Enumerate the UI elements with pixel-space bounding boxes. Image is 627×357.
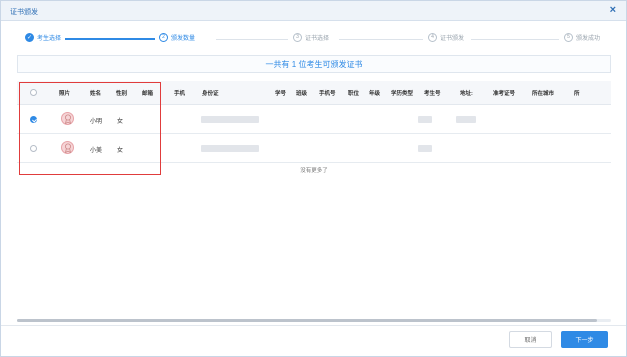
- column-header-class: 班级: [296, 91, 308, 97]
- step-label: 考生选择: [37, 35, 62, 42]
- cell-gender: 女: [117, 119, 124, 125]
- column-header-photo: 照片: [59, 91, 71, 97]
- column-header-gender: 性别: [116, 91, 128, 97]
- column-header-id-card: 身份证: [202, 91, 219, 97]
- column-header-truncated: 所: [574, 91, 580, 97]
- column-header-student-id: 学号: [275, 91, 287, 97]
- redacted-id-card: [201, 116, 259, 123]
- column-header-name: 姓名: [90, 91, 102, 97]
- column-header-phone: 手机号: [319, 91, 336, 97]
- step-exam-taker-select[interactable]: ✓ 考生选择: [25, 29, 61, 45]
- column-header-city: 所在城市: [532, 91, 555, 97]
- redacted-education-type: [418, 116, 432, 123]
- redacted-exam-number: [456, 116, 476, 123]
- table-row[interactable]: 小美 女: [17, 134, 611, 163]
- row-select-radio[interactable]: [30, 116, 37, 123]
- step-label: 证书选择: [305, 35, 330, 42]
- select-all-radio[interactable]: [30, 89, 37, 96]
- step-issue-success[interactable]: 5 颁发成功: [564, 29, 600, 45]
- cancel-button[interactable]: 取消: [509, 331, 552, 348]
- step-certificate-issue[interactable]: 4 证书颁发: [428, 29, 464, 45]
- column-header-mobile: 手机: [174, 91, 186, 97]
- column-header-position: 职位: [348, 91, 360, 97]
- column-header-education-type: 学历类型: [391, 91, 414, 97]
- step-number: 2: [159, 32, 168, 42]
- avatar: [61, 112, 74, 125]
- certificate-dialog: 证书颁发 × ✓ 考生选择 2 颁发数量 3 证书选择 4 证书颁发 5 颁发成…: [0, 0, 627, 357]
- scrollbar-thumb[interactable]: [17, 319, 597, 322]
- summary-text: 一共有 1 位考生可颁发证书: [265, 59, 363, 69]
- stepper: ✓ 考生选择 2 颁发数量 3 证书选择 4 证书颁发 5 颁发成功: [1, 29, 626, 45]
- row-select-radio[interactable]: [30, 145, 37, 152]
- person-badge-icon: [64, 114, 72, 124]
- column-header-exam-number: 考生号: [424, 91, 441, 97]
- column-header-admission-ticket: 准考证号: [493, 91, 516, 97]
- next-step-button[interactable]: 下一步: [561, 331, 608, 348]
- redacted-id-card: [201, 145, 259, 152]
- column-header-address: 地址:: [460, 91, 473, 97]
- dialog-title: 证书颁发: [10, 9, 38, 16]
- summary-banner: 一共有 1 位考生可颁发证书: [17, 55, 611, 73]
- cell-gender: 女: [117, 148, 124, 154]
- no-more-text: 没有更多了: [300, 168, 328, 174]
- cell-name: 小美: [90, 148, 103, 154]
- check-icon: ✓: [25, 32, 34, 42]
- table-header: 照片 姓名 性别 邮箱 手机 身份证 学号 班级 手机号 职位 年级 学历类型 …: [17, 81, 611, 105]
- step-number: 4: [428, 32, 437, 42]
- person-badge-icon: [64, 143, 72, 153]
- step-label: 颁发数量: [171, 35, 196, 42]
- step-number: 5: [564, 32, 573, 42]
- close-icon[interactable]: ×: [610, 5, 616, 16]
- horizontal-scrollbar[interactable]: [17, 319, 611, 322]
- column-header-grade: 年级: [369, 91, 381, 97]
- exam-taker-table: 照片 姓名 性别 邮箱 手机 身份证 学号 班级 手机号 职位 年级 学历类型 …: [17, 81, 611, 174]
- step-number: 3: [293, 32, 302, 42]
- step-label: 证书颁发: [440, 35, 465, 42]
- table-row[interactable]: 小明 女: [17, 105, 611, 134]
- column-header-email: 邮箱: [142, 91, 154, 97]
- dialog-titlebar: 证书颁发 ×: [1, 1, 626, 21]
- cell-name: 小明: [90, 119, 103, 125]
- redacted-education-type: [418, 145, 432, 152]
- step-issue-quantity[interactable]: 2 颁发数量: [159, 29, 195, 45]
- step-label: 颁发成功: [576, 35, 601, 42]
- step-certificate-select[interactable]: 3 证书选择: [293, 29, 329, 45]
- avatar: [61, 141, 74, 154]
